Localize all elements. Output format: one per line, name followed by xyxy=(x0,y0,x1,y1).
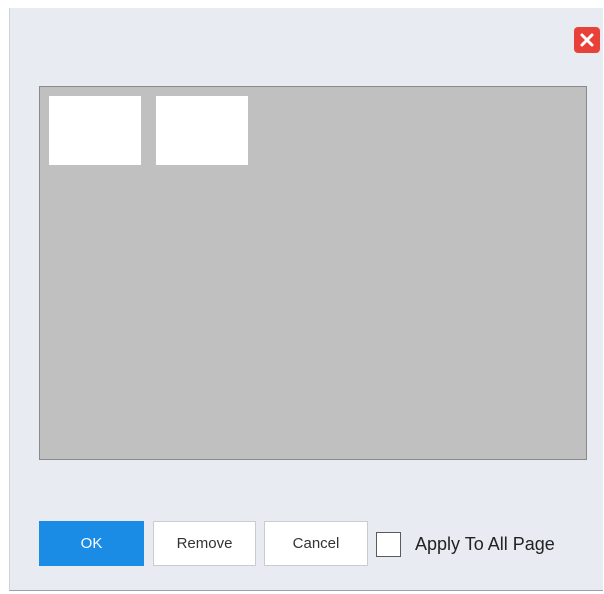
close-button[interactable] xyxy=(574,27,600,53)
apply-to-all-label: Apply To All Page xyxy=(415,533,555,554)
remove-button[interactable]: Remove xyxy=(153,521,256,566)
thumbnail[interactable] xyxy=(156,96,248,165)
thumbnail[interactable] xyxy=(49,96,141,165)
apply-to-all-page-option[interactable]: Apply To All Page xyxy=(376,530,555,558)
apply-to-all-checkbox[interactable] xyxy=(376,531,401,557)
close-icon xyxy=(580,33,594,47)
preview-area xyxy=(39,86,587,460)
ok-button[interactable]: OK xyxy=(39,521,144,566)
cancel-button[interactable]: Cancel xyxy=(264,521,368,566)
